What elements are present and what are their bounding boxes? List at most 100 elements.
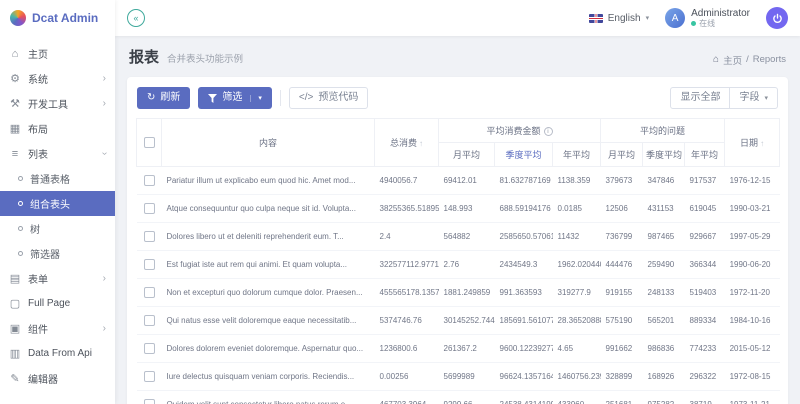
- component-icon: ▣: [9, 322, 21, 335]
- col-header-quarter-avg-1[interactable]: 季度平均: [495, 143, 553, 167]
- show-all-button[interactable]: 显示全部: [670, 87, 730, 109]
- home-icon: ⌂: [713, 54, 719, 65]
- sidebar-item[interactable]: 普通表格: [0, 166, 115, 191]
- sidebar-item-label: 筛选器: [30, 246, 106, 261]
- row-checkbox[interactable]: [144, 203, 155, 214]
- cell-month-avg-1: 148.993: [439, 195, 495, 223]
- select-all-checkbox[interactable]: [144, 137, 155, 148]
- table-row: Pariatur illum ut explicabo eum quod hic…: [137, 167, 780, 195]
- cell-total: 0.00256: [375, 363, 439, 391]
- cell-content: Pariatur illum ut explicabo eum quod hic…: [162, 167, 375, 195]
- breadcrumb-home[interactable]: 主页: [723, 53, 742, 67]
- cell-month-avg-2: 575190: [601, 307, 643, 335]
- data-table: 内容 总消费↑ 平均消费金额i 平均的问题 日期↑ 月平均 季度平均 年平均 月…: [136, 118, 780, 404]
- cell-year-avg-1: 319277.9: [553, 279, 601, 307]
- cell-quarter-avg-2: 975282: [643, 391, 685, 404]
- col-header-quarter-avg-2[interactable]: 季度平均: [643, 143, 685, 167]
- cell-month-avg-1: 69412.01: [439, 167, 495, 195]
- cell-date: 2015-05-12: [725, 335, 780, 363]
- row-checkbox[interactable]: [144, 287, 155, 298]
- row-checkbox-cell: [137, 335, 162, 363]
- sidebar-item[interactable]: 组合表头: [0, 191, 115, 216]
- row-checkbox[interactable]: [144, 371, 155, 382]
- row-checkbox[interactable]: [144, 231, 155, 242]
- refresh-button[interactable]: ↻ 刷新: [137, 87, 190, 109]
- sidebar-item[interactable]: ▤表单›: [0, 266, 115, 291]
- sidebar-item[interactable]: ⌂ 主页: [0, 41, 115, 66]
- brand[interactable]: Dcat Admin: [0, 0, 115, 36]
- sidebar-item[interactable]: ⚙系统›: [0, 66, 115, 91]
- chevron-right-icon: ›: [103, 98, 106, 109]
- bullet-icon: [18, 226, 23, 231]
- sort-icon: ↑: [760, 139, 764, 148]
- sidebar-item[interactable]: ✎编辑器: [0, 366, 115, 391]
- cell-year-avg-1: 28.36520888: [553, 307, 601, 335]
- table-row: Quidem velit sunt consectetur libero nat…: [137, 391, 780, 404]
- breadcrumb-current: Reports: [753, 54, 786, 65]
- table-row: Est fugiat iste aut rem qui animi. Et qu…: [137, 251, 780, 279]
- col-group-avg-questions: 平均的问题: [601, 119, 725, 143]
- online-dot-icon: [691, 21, 696, 26]
- col-header-month-avg-2[interactable]: 月平均: [601, 143, 643, 167]
- info-icon[interactable]: i: [544, 127, 553, 136]
- col-header-year-avg-1[interactable]: 年平均: [553, 143, 601, 167]
- select-all-cell: [137, 119, 162, 167]
- sidebar-menu: ⌂ 主页 ⚙系统›⚒开发工具›▦布局≡列表› 普通表格组合表头树筛选器 ▤表单›▢Ful…: [0, 36, 115, 391]
- cell-month-avg-2: 991662: [601, 335, 643, 363]
- col-header-month-avg-1[interactable]: 月平均: [439, 143, 495, 167]
- sidebar-item-label: Full Page: [28, 298, 106, 309]
- sidebar-item[interactable]: ≡列表›: [0, 141, 115, 166]
- sidebar-item-label: 主页: [28, 46, 106, 61]
- cell-total: 455565178.13578: [375, 279, 439, 307]
- filter-button[interactable]: 筛选 ▾: [198, 87, 272, 109]
- row-checkbox-cell: [137, 363, 162, 391]
- content: 报表 合并表头功能示例 ⌂ 主页 / Reports ↻ 刷新: [115, 36, 800, 404]
- brand-logo-icon: [10, 10, 26, 26]
- sidebar-item[interactable]: ▦布局: [0, 116, 115, 141]
- avatar: A: [665, 8, 685, 28]
- col-header-year-avg-2[interactable]: 年平均: [685, 143, 725, 167]
- row-checkbox[interactable]: [144, 315, 155, 326]
- page-header: 报表 合并表头功能示例 ⌂ 主页 / Reports: [127, 43, 788, 77]
- sidebar-item[interactable]: ▣组件›: [0, 316, 115, 341]
- sidebar-item-label: Data From Api: [28, 348, 106, 359]
- sidebar-item-label: 普通表格: [30, 171, 106, 186]
- breadcrumb-separator: /: [746, 54, 749, 65]
- user-status: 在线: [691, 19, 750, 28]
- cell-date: 1990-06-20: [725, 251, 780, 279]
- page-title: 报表: [129, 46, 159, 67]
- sidebar-item[interactable]: ⚒开发工具›: [0, 91, 115, 116]
- sidebar-item[interactable]: ▢Full Page: [0, 291, 115, 316]
- sidebar-item[interactable]: 筛选器: [0, 241, 115, 266]
- sidebar-item[interactable]: 树: [0, 216, 115, 241]
- row-checkbox-cell: [137, 251, 162, 279]
- cell-quarter-avg-2: 431153: [643, 195, 685, 223]
- home-icon: ⌂: [9, 48, 21, 60]
- list-icon: ≡: [9, 148, 21, 160]
- sidebar-item-label: 系统: [28, 71, 96, 86]
- cell-quarter-avg-2: 347846: [643, 167, 685, 195]
- cell-content: Atque consequuntur quo culpa neque sit i…: [162, 195, 375, 223]
- sidebar-item[interactable]: ▥Data From Api: [0, 341, 115, 366]
- cell-total: 467703.3964: [375, 391, 439, 404]
- row-checkbox[interactable]: [144, 175, 155, 186]
- table-row: Dolores dolorem eveniet doloremque. Aspe…: [137, 335, 780, 363]
- user-menu[interactable]: A Administrator 在线: [665, 8, 750, 29]
- language-selector[interactable]: English ▾: [589, 13, 649, 24]
- col-header-date[interactable]: 日期↑: [725, 119, 780, 167]
- cell-content: Dolores dolorem eveniet doloremque. Aspe…: [162, 335, 375, 363]
- chevron-right-icon: ›: [103, 273, 106, 284]
- cell-content: Est fugiat iste aut rem qui animi. Et qu…: [162, 251, 375, 279]
- fields-button[interactable]: 字段▾: [729, 87, 778, 109]
- row-checkbox[interactable]: [144, 343, 155, 354]
- brand-name: Dcat Admin: [32, 11, 98, 25]
- row-checkbox[interactable]: [144, 399, 155, 404]
- logout-button[interactable]: [766, 7, 788, 29]
- col-header-total[interactable]: 总消费↑: [375, 119, 439, 167]
- row-checkbox[interactable]: [144, 259, 155, 270]
- code-icon: </>: [299, 93, 313, 103]
- cell-year-avg-1: 1460756.23965: [553, 363, 601, 391]
- cell-month-avg-1: 1881.249859: [439, 279, 495, 307]
- sidebar-toggle-icon[interactable]: «: [127, 9, 145, 27]
- preview-code-button[interactable]: </> 预览代码: [289, 87, 368, 109]
